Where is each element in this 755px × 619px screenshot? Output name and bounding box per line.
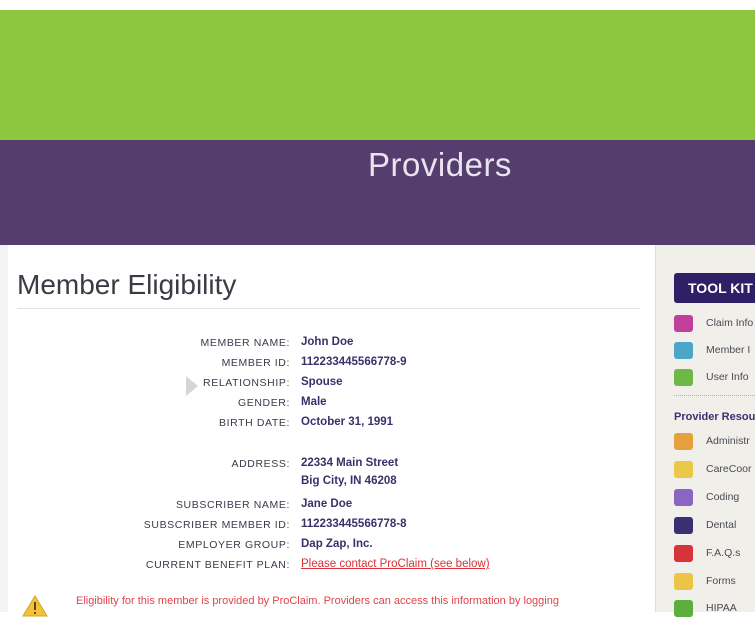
banner-title: Providers [368,146,512,183]
benefit-plan-row: CURRENT BENEFIT PLAN: Please contact Pro… [0,557,755,575]
warning-icon [22,595,48,617]
section-banner: Providers [0,140,755,245]
field-value: October 31, 1991 [301,416,394,428]
field-label: MEMBER ID: [221,357,290,369]
address-line-1: 22334 Main Street [301,457,399,469]
sidebar-item-label: CareCoor [706,463,752,475]
gender-row: GENDER: Male [0,395,755,413]
admin-icon [674,433,693,450]
address-line-2: Big City, IN 46208 [301,475,397,487]
field-label: GENDER: [237,397,290,409]
employer-group-row: EMPLOYER GROUP: Dap Zap, Inc. [0,537,755,555]
sidebar-item-label: F.A.Q.s [706,547,741,559]
field-label: BIRTH DATE: [219,417,290,429]
sidebar-item-label: Member I [706,344,751,356]
title-divider [17,308,640,309]
relationship-row: RELATIONSHIP: Spouse [0,375,755,393]
subscriber-name-row: SUBSCRIBER NAME: Jane Doe [0,497,755,515]
sidebar-item-label: Coding [706,491,740,503]
field-label: MEMBER NAME: [200,337,290,349]
address-row: ADDRESS: 22334 Main Street Big City, IN … [0,456,755,492]
provider-resources-heading: Provider Resou [674,411,755,423]
contact-proclaim-link[interactable]: Please contact ProClaim (see below) [301,558,490,570]
page-title: Member Eligibility [17,269,237,300]
sidebar-item-label: HIPAA [706,602,737,614]
hipaa-icon [674,600,693,617]
field-label: ADDRESS: [231,458,290,470]
claim-icon [674,315,693,332]
sidebar-item-label: User Info [706,371,749,383]
header-banner [0,10,755,140]
field-label: RELATIONSHIP: [203,377,290,389]
birth-date-row: BIRTH DATE: October 31, 1991 [0,415,755,433]
field-value: 112233445566778-8 [301,518,407,530]
member-icon [674,342,693,359]
field-value: Jane Doe [301,498,353,510]
field-label: CURRENT BENEFIT PLAN: [145,559,290,571]
top-margin [0,0,755,10]
faq-icon [674,545,693,562]
field-value: Male [301,396,327,408]
sidebar-item-label: Administr [706,435,750,447]
coding-icon [674,489,693,506]
user-icon [674,369,693,386]
dental-icon [674,517,693,534]
field-value: John Doe [301,336,354,348]
field-value: Dap Zap, Inc. [301,538,373,550]
subscriber-id-row: SUBSCRIBER MEMBER ID: 112233445566778-8 [0,517,755,535]
sidebar-item-label: Forms [706,575,736,587]
forms-icon [674,573,693,590]
eligibility-notice: Eligibility for this member is provided … [76,595,559,607]
sidebar-item-label: Claim Info [706,317,754,329]
sidebar-item-label: Dental [706,519,737,531]
sidebar-divider [674,395,755,396]
mouse-cursor-icon [186,376,198,396]
field-value: Spouse [301,376,343,388]
member-id-row: MEMBER ID: 112233445566778-9 [0,355,755,373]
tool-kit-header: TOOL KIT [674,273,755,303]
field-label: SUBSCRIBER NAME: [175,499,290,511]
member-name-row: MEMBER NAME: John Doe [0,335,755,353]
field-value: 112233445566778-9 [301,356,407,368]
field-label: EMPLOYER GROUP: [178,539,290,551]
field-label: SUBSCRIBER MEMBER ID: [143,519,290,531]
care-icon [674,461,693,478]
main-content: Member Eligibility MEMBER NAME: John Doe… [0,245,755,617]
